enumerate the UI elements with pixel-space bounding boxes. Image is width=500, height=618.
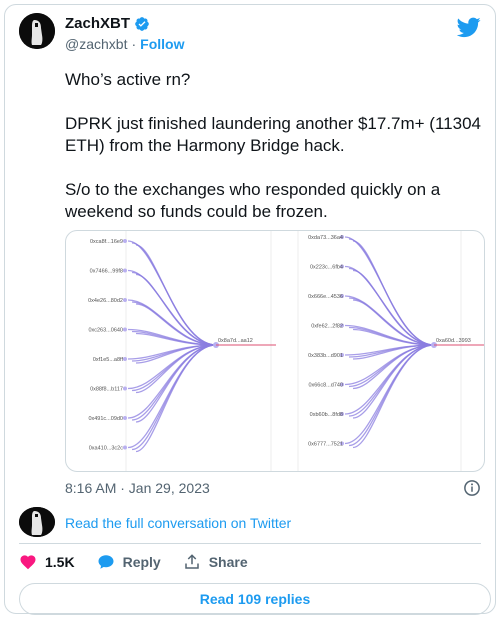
flow-edge xyxy=(127,240,217,346)
avatar-image xyxy=(19,13,55,49)
read-replies-button[interactable]: Read 109 replies xyxy=(19,583,491,615)
author-name[interactable]: ZachXBT xyxy=(65,15,130,32)
source-address-label: 0x7466...99f8 xyxy=(90,269,123,275)
like-count: 1.5K xyxy=(45,554,75,570)
source-address-label: 0x88f8...b117 xyxy=(90,387,123,393)
source-node xyxy=(123,298,127,302)
tweet-paragraph: DPRK just finished laundering another $1… xyxy=(65,114,481,155)
source-node xyxy=(123,327,127,332)
like-button[interactable]: 1.5K xyxy=(19,553,75,571)
conversation-link-wrap: Read the full conversation on Twitter xyxy=(65,515,291,533)
flow-edge xyxy=(131,242,217,346)
avatar[interactable] xyxy=(19,13,55,49)
divider xyxy=(19,543,481,544)
source-address-label: 0xda73...36a4 xyxy=(308,235,343,241)
flow-edge xyxy=(127,344,217,419)
source-address-label: 0xca8f...16e9 xyxy=(90,239,123,245)
source-node xyxy=(123,268,127,273)
source-address-label: 0xa410...3c2c xyxy=(89,446,123,452)
conversation-avatar xyxy=(19,507,55,537)
reply-bubble-icon xyxy=(98,555,114,569)
avatar-image xyxy=(19,507,55,537)
author-handle[interactable]: @zachxbt xyxy=(65,36,127,52)
source-address-label: 0xfe62...2f82 xyxy=(311,324,343,330)
source-address-label: 0xc263...0640 xyxy=(88,328,123,334)
reply-label: Reply xyxy=(122,554,161,570)
target-address-label: 0xa60d...3993 xyxy=(436,338,471,344)
flow-edge xyxy=(131,344,217,451)
twitter-bird-icon[interactable] xyxy=(457,15,481,39)
author-name-row: ZachXBT xyxy=(65,15,150,32)
source-node xyxy=(123,239,127,243)
tweet-timestamp[interactable]: 8:16 AM · Jan 29, 2023 xyxy=(65,480,210,496)
action-bar: 1.5K Reply Share xyxy=(19,553,270,571)
separator-dot: · xyxy=(131,36,137,52)
author-handle-row: @zachxbt · Follow xyxy=(65,36,184,52)
read-conversation-link[interactable]: Read the full conversation on Twitter xyxy=(65,515,291,531)
target-address-label: 0x8a7d...aa12 xyxy=(218,338,253,344)
source-address-label: 0xf1e5...a8ff xyxy=(93,357,124,363)
transaction-flow-graph: 0xca8f...16e9 0x7466...99f8 0x4e26...80d2 0… xyxy=(88,231,484,471)
flow-edge xyxy=(344,344,435,415)
tweet-card: ZachXBT @zachxbt · Follow Who’s active r… xyxy=(4,4,496,615)
flow-edge xyxy=(131,344,217,421)
share-icon xyxy=(184,554,199,569)
tweet-media-image[interactable]: 0xca8f...16e9 0x7466...99f8 0x4e26...80d2 0… xyxy=(65,230,485,472)
heart-icon xyxy=(20,555,36,570)
tweet-paragraph: S/o to the exchanges who responded quick… xyxy=(65,180,441,221)
share-button[interactable]: Share xyxy=(183,553,248,571)
flow-edge xyxy=(344,344,435,445)
info-icon[interactable] xyxy=(463,479,481,497)
source-address-label: 0x6777...7521 xyxy=(308,442,343,448)
verified-badge-icon xyxy=(135,16,149,31)
source-address-label: 0x4e26...80d2 xyxy=(88,298,123,304)
source-node xyxy=(123,386,127,391)
source-node xyxy=(123,445,127,450)
share-label: Share xyxy=(208,554,248,570)
source-node xyxy=(123,416,127,420)
source-address-label: 0x66c8...d740 xyxy=(308,383,343,389)
source-address-label: 0x223c...6fb4 xyxy=(310,265,343,271)
source-address-label: 0x491c...09d0 xyxy=(88,416,123,422)
source-address-label: 0x666e...4536 xyxy=(308,294,343,300)
reply-button[interactable]: Reply xyxy=(97,553,161,571)
source-address-label: 0x383b...d901 xyxy=(308,353,343,359)
read-replies-label: Read 109 replies xyxy=(199,591,311,607)
tweet-paragraph: Who’s active rn? xyxy=(65,70,191,89)
conversation-row xyxy=(19,507,55,537)
flow-edge xyxy=(344,265,435,346)
source-node xyxy=(123,357,127,361)
tweet-text: Who’s active rn? DPRK just finished laun… xyxy=(65,69,485,245)
follow-button[interactable]: Follow xyxy=(140,36,184,52)
source-address-label: 0xb60b...8fd8 xyxy=(310,412,343,418)
flow-edge xyxy=(348,267,435,346)
